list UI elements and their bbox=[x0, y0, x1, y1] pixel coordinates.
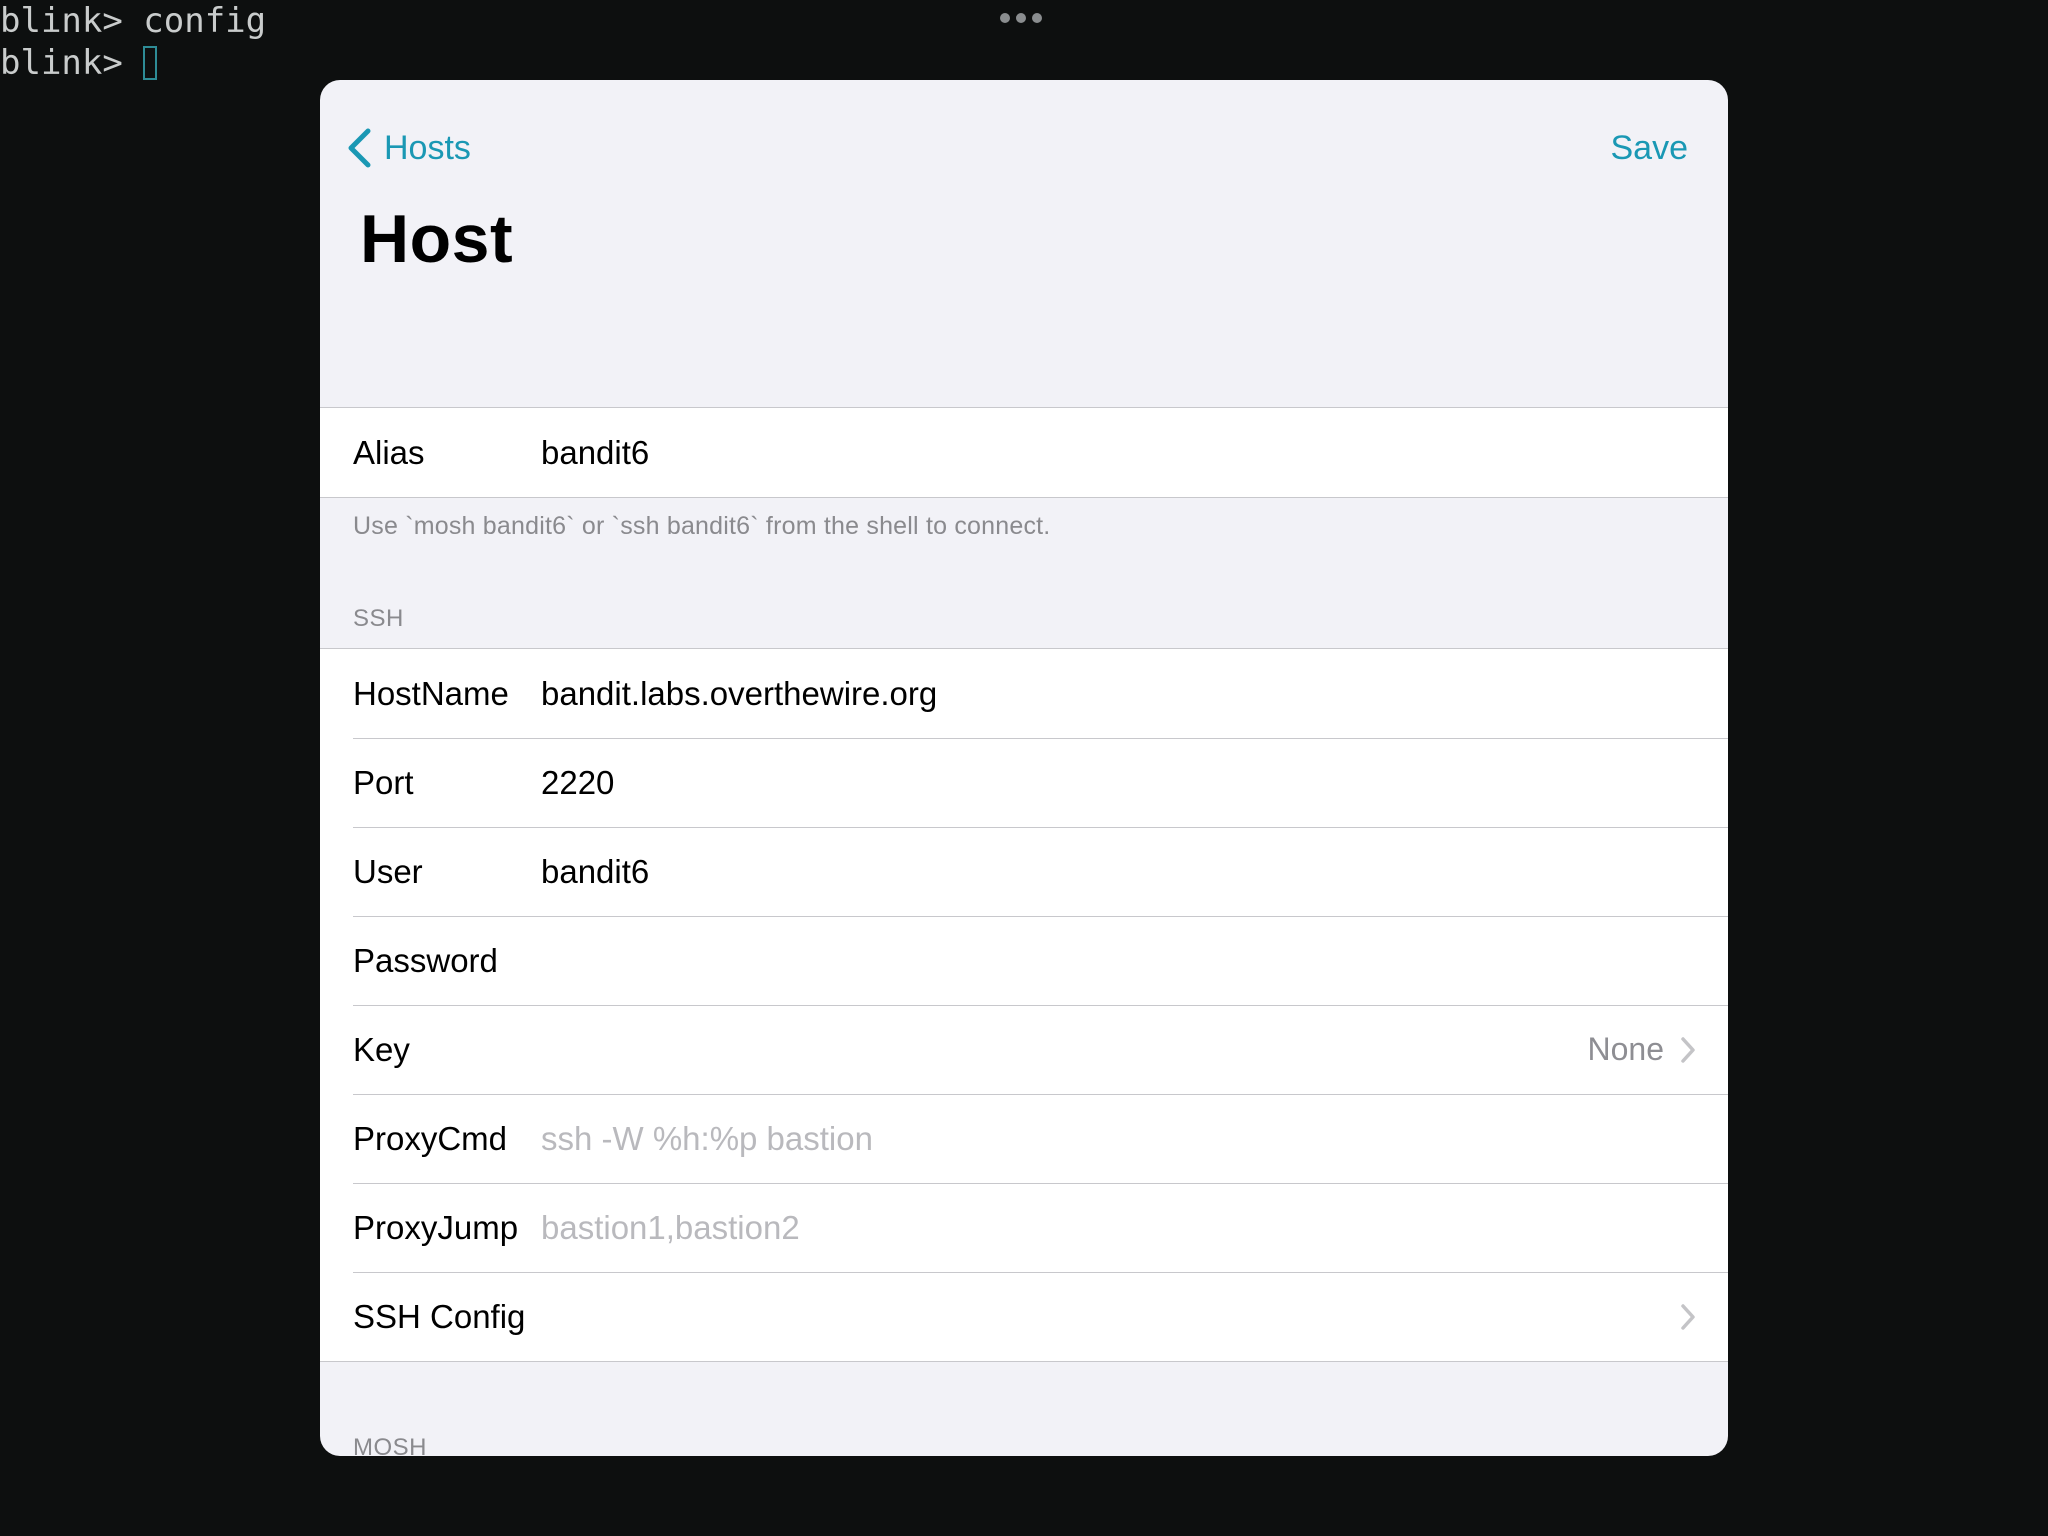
back-button-label: Hosts bbox=[384, 128, 471, 167]
port-label: Port bbox=[353, 763, 414, 801]
password-label: Password bbox=[353, 941, 498, 979]
password-row[interactable]: Password bbox=[320, 916, 1728, 1005]
key-label: Key bbox=[353, 1030, 410, 1068]
hostname-label: HostName bbox=[353, 674, 509, 712]
alias-field[interactable]: bandit6 bbox=[541, 434, 1728, 472]
ssh-group: HostName bandit.labs.overthewire.org Por… bbox=[320, 648, 1728, 1362]
ssh-section-header: SSH bbox=[353, 605, 404, 632]
dot bbox=[1032, 13, 1042, 23]
ssh-config-label: SSH Config bbox=[353, 1297, 526, 1335]
proxyjump-row[interactable]: ProxyJump bastion1,bastion2 bbox=[320, 1183, 1728, 1272]
terminal[interactable]: blink> config blink> bbox=[0, 0, 266, 84]
key-row[interactable]: Key None bbox=[320, 1005, 1728, 1094]
hostname-field[interactable]: bandit.labs.overthewire.org bbox=[541, 675, 1728, 713]
chevron-right-icon bbox=[1681, 1303, 1695, 1330]
terminal-line: blink> config bbox=[0, 1, 267, 41]
port-row[interactable]: Port 2220 bbox=[320, 738, 1728, 827]
key-accessory: None bbox=[1588, 1005, 1697, 1094]
terminal-prompt: blink> bbox=[0, 43, 144, 83]
proxycmd-field[interactable]: ssh -W %h:%p bastion bbox=[541, 1120, 1728, 1158]
port-field[interactable]: 2220 bbox=[541, 764, 1728, 802]
dot bbox=[1000, 13, 1010, 23]
alias-footer-note: Use `mosh bandit6` or `ssh bandit6` from… bbox=[353, 512, 1051, 540]
more-options-icon[interactable] bbox=[1000, 13, 1042, 23]
back-button[interactable]: Hosts bbox=[346, 116, 471, 180]
user-label: User bbox=[353, 852, 423, 890]
chevron-left-icon bbox=[348, 128, 371, 168]
alias-label: Alias bbox=[353, 433, 425, 471]
hostname-row[interactable]: HostName bandit.labs.overthewire.org bbox=[320, 649, 1728, 738]
user-field[interactable]: bandit6 bbox=[541, 853, 1728, 891]
page-title: Host bbox=[360, 201, 514, 277]
proxyjump-label: ProxyJump bbox=[353, 1208, 519, 1246]
host-settings-sheet: Hosts Save Host Alias bandit6 Use `mosh … bbox=[320, 80, 1728, 1456]
ssh-config-accessory bbox=[1680, 1272, 1696, 1361]
key-value: None bbox=[1587, 1031, 1665, 1067]
proxyjump-field[interactable]: bastion1,bastion2 bbox=[541, 1209, 1728, 1247]
chevron-right-icon bbox=[1681, 1036, 1695, 1063]
ssh-config-row[interactable]: SSH Config bbox=[320, 1272, 1728, 1361]
proxycmd-row[interactable]: ProxyCmd ssh -W %h:%p bastion bbox=[320, 1094, 1728, 1183]
dot bbox=[1016, 13, 1026, 23]
alias-row[interactable]: Alias bandit6 bbox=[320, 408, 1728, 497]
terminal-cursor bbox=[143, 46, 158, 80]
alias-group: Alias bandit6 bbox=[320, 407, 1728, 498]
user-row[interactable]: User bandit6 bbox=[320, 827, 1728, 916]
proxycmd-label: ProxyCmd bbox=[353, 1119, 508, 1157]
mosh-section-header: MOSH bbox=[353, 1434, 427, 1456]
save-button[interactable]: Save bbox=[1611, 116, 1689, 180]
terminal-prompt-line: blink> bbox=[0, 42, 266, 84]
